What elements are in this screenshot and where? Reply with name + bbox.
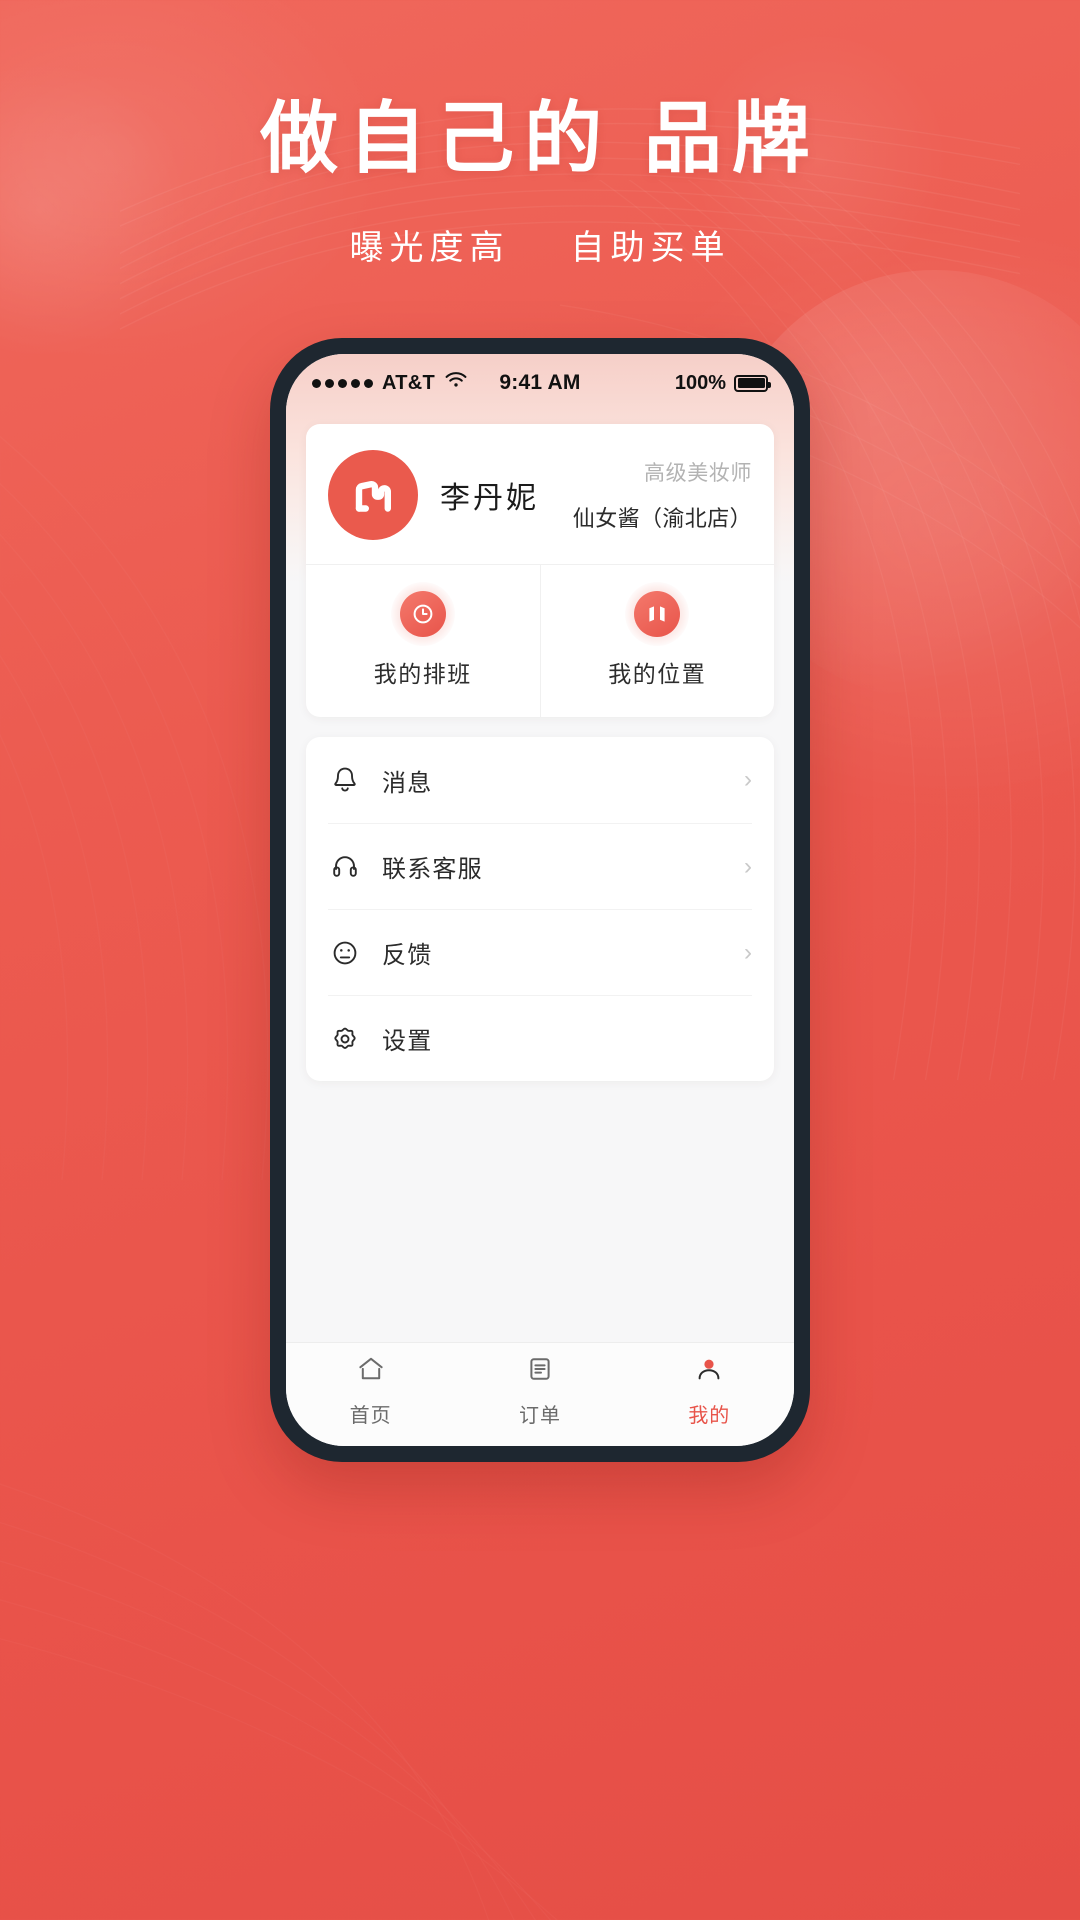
- clock-icon: [390, 582, 455, 646]
- battery-percent-label: 100%: [674, 371, 726, 394]
- chevron-right-icon: ›: [744, 766, 752, 793]
- status-bar: AT&T 9:41 AM 100%: [286, 354, 794, 412]
- profile-role: 高级美妆师: [644, 462, 752, 485]
- menu-item-contact-support-label: 联系客服: [382, 856, 483, 883]
- status-bar-left: AT&T: [312, 371, 499, 395]
- bell-icon: [328, 765, 362, 795]
- profile-header: 李丹妮 高级美妆师 仙女酱（渝北店）: [306, 424, 774, 564]
- menu-item-settings[interactable]: 设置: [328, 995, 752, 1081]
- brand-logo-icon: [355, 481, 391, 512]
- hero-subtitle: 曝光度高 自助买单: [0, 220, 1080, 269]
- profile-actions: 我的排班 我的位置: [306, 564, 774, 717]
- wifi-icon: [444, 371, 468, 395]
- profile-name: 李丹妮: [440, 482, 539, 515]
- screen-content: 李丹妮 高级美妆师 仙女酱（渝北店） 我的排班 我的位置 消息 › 联系客服 ›…: [286, 412, 794, 1342]
- avatar[interactable]: [328, 450, 418, 540]
- hero-section: 做自己的 品牌 曝光度高 自助买单: [0, 0, 1080, 269]
- page-title: 做自己的 品牌: [260, 94, 820, 182]
- phone-screen: AT&T 9:41 AM 100% 李丹妮 高级美妆师 仙女酱（渝北店） 我的排…: [286, 354, 794, 1446]
- carrier-label: AT&T: [382, 371, 436, 394]
- gear-icon: [328, 1024, 362, 1054]
- menu-card: 消息 › 联系客服 › 反馈 › 设置: [306, 737, 774, 1081]
- tab-mine[interactable]: 我的: [625, 1343, 794, 1438]
- chevron-right-icon: ›: [744, 938, 752, 966]
- action-my-location[interactable]: 我的位置: [539, 565, 775, 717]
- profile-store: 仙女酱（渝北店）: [572, 506, 752, 531]
- profile-meta: 高级美妆师 仙女酱（渝北店）: [573, 457, 752, 533]
- map-icon: [625, 582, 690, 646]
- bottom-tab-bar: 首页 订单 我的: [286, 1342, 794, 1446]
- order-list-icon: [525, 1354, 555, 1389]
- decorative-swirl-bottom: [0, 1420, 860, 1920]
- tab-orders-label: 订单: [518, 1404, 561, 1427]
- headset-icon: [328, 852, 362, 882]
- tab-home[interactable]: 首页: [286, 1343, 455, 1438]
- tab-home-label: 首页: [349, 1404, 392, 1427]
- phone-mockup: AT&T 9:41 AM 100% 李丹妮 高级美妆师 仙女酱（渝北店） 我的排…: [270, 338, 810, 1462]
- action-my-schedule-label: 我的排班: [373, 661, 472, 687]
- person-icon: [694, 1354, 724, 1389]
- battery-icon: [734, 374, 771, 392]
- home-icon: [356, 1354, 386, 1389]
- profile-card: 李丹妮 高级美妆师 仙女酱（渝北店） 我的排班 我的位置: [306, 424, 774, 717]
- menu-item-feedback[interactable]: 反馈 ›: [328, 909, 752, 995]
- menu-item-contact-support[interactable]: 联系客服 ›: [328, 823, 752, 909]
- tab-mine-label: 我的: [688, 1404, 731, 1427]
- hero-subtitle-left: 曝光度高: [349, 229, 510, 268]
- action-my-schedule[interactable]: 我的排班: [306, 565, 540, 717]
- status-bar-right: 100%: [581, 371, 771, 395]
- menu-item-messages-label: 消息: [382, 769, 433, 797]
- menu-item-settings-label: 设置: [382, 1028, 433, 1055]
- tab-orders[interactable]: 订单: [455, 1343, 624, 1438]
- hero-subtitle-right: 自助买单: [570, 229, 731, 268]
- menu-item-feedback-label: 反馈: [382, 942, 433, 969]
- action-my-location-label: 我的位置: [608, 661, 707, 687]
- chevron-right-icon: ›: [744, 852, 752, 880]
- menu-item-messages[interactable]: 消息 ›: [328, 737, 752, 823]
- status-bar-time: 9:41 AM: [499, 371, 581, 394]
- signal-strength-dots-icon: [312, 378, 373, 388]
- sad-face-icon: [328, 938, 362, 968]
